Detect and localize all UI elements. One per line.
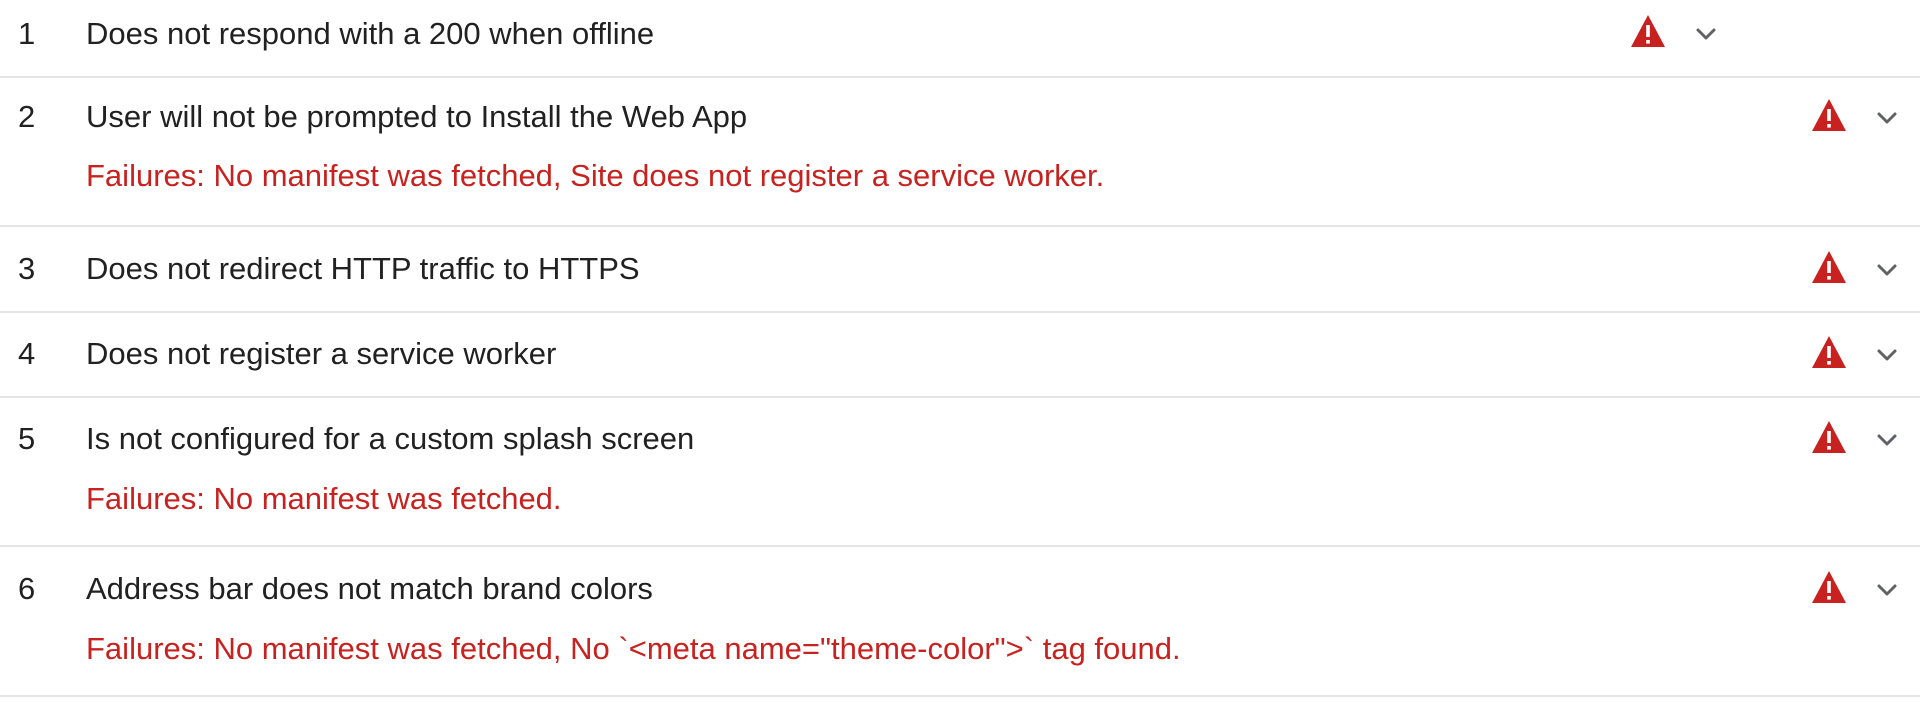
audit-row[interactable]: 1 Does not respond with a 200 when offli… [0, 0, 1920, 78]
audit-row[interactable]: 5 Is not configured for a custom splash … [0, 398, 1920, 547]
audit-row[interactable]: 3 Does not redirect HTTP traffic to HTTP… [0, 227, 1920, 313]
audit-list: 1 Does not respond with a 200 when offli… [0, 0, 1920, 702]
audit-title: Does not respond with a 200 when offline [86, 16, 655, 51]
audit-row[interactable]: 2 User will not be prompted to Install t… [0, 78, 1920, 227]
audit-title: Is not configured for a custom splash sc… [86, 421, 695, 456]
audit-title: Does not redirect HTTP traffic to HTTPS [86, 251, 640, 286]
audit-number: 3 [18, 251, 36, 286]
chevron-down-icon[interactable] [1873, 578, 1901, 602]
audit-failure-text: Failures: No manifest was fetched. [86, 481, 562, 516]
chevron-down-icon[interactable] [1692, 22, 1720, 46]
warning-triangle-icon [1631, 15, 1665, 47]
audit-row[interactable]: 6 Address bar does not match brand color… [0, 547, 1920, 697]
audit-number: 1 [18, 16, 36, 51]
chevron-down-icon[interactable] [1873, 258, 1901, 282]
audit-title: User will not be prompted to Install the… [86, 99, 748, 134]
warning-triangle-icon [1812, 421, 1846, 453]
warning-triangle-icon [1812, 251, 1846, 283]
audit-title: Address bar does not match brand colors [86, 571, 653, 606]
warning-triangle-icon [1812, 336, 1846, 368]
audit-number: 5 [18, 421, 36, 456]
audit-title: Does not register a service worker [86, 336, 557, 371]
audit-number: 2 [18, 99, 36, 134]
chevron-down-icon[interactable] [1873, 106, 1901, 130]
chevron-down-icon[interactable] [1873, 343, 1901, 367]
audit-failure-text: Failures: No manifest was fetched, No `<… [86, 631, 1181, 666]
audit-failure-text: Failures: No manifest was fetched, Site … [86, 158, 1105, 193]
audit-number: 6 [18, 571, 36, 606]
warning-triangle-icon [1812, 99, 1846, 131]
audit-row[interactable]: 4 Does not register a service worker [0, 313, 1920, 398]
chevron-down-icon[interactable] [1873, 428, 1901, 452]
warning-triangle-icon [1812, 571, 1846, 603]
audit-number: 4 [18, 336, 36, 371]
